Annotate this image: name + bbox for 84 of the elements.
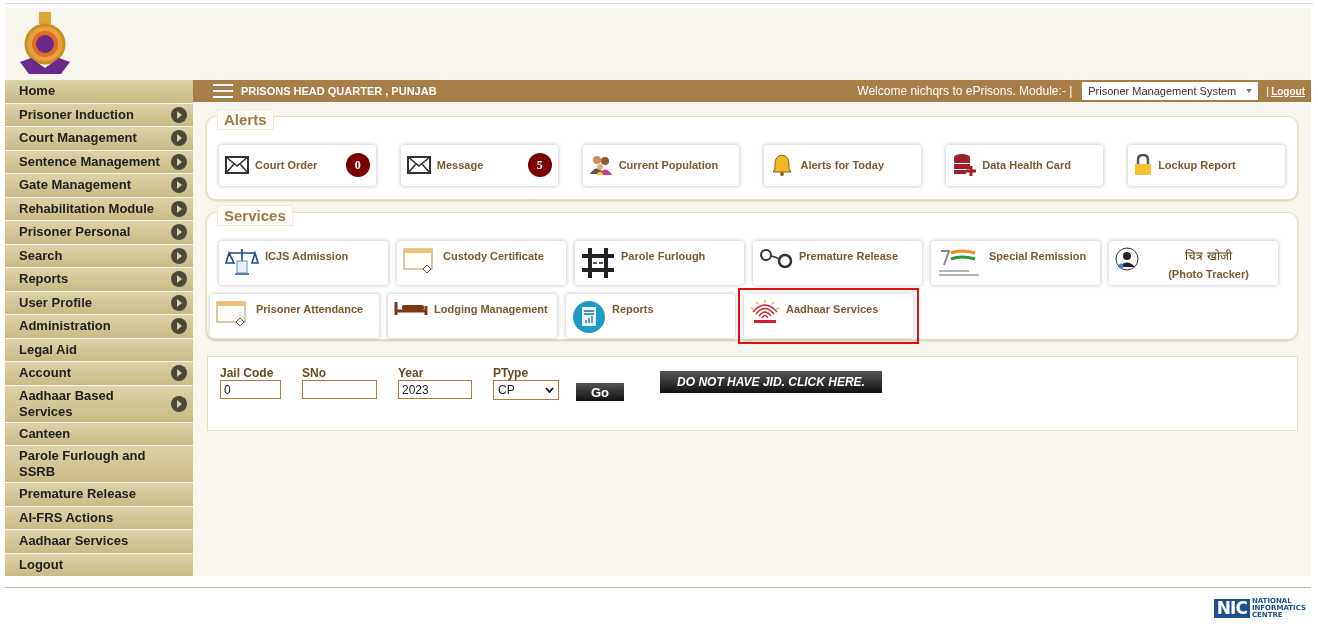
menu-icon[interactable] bbox=[213, 84, 233, 98]
arrow-right-icon bbox=[171, 318, 187, 335]
sidebar-menu-item[interactable]: Legal Aid bbox=[5, 338, 193, 361]
ptype-select[interactable]: CP bbox=[493, 380, 559, 400]
sidebar-menu-item[interactable]: Home bbox=[5, 80, 193, 103]
sidebar-menu-item[interactable]: Sentence Management bbox=[5, 150, 193, 173]
emblem-logo bbox=[17, 12, 73, 76]
scales-icon bbox=[225, 247, 259, 277]
bed-icon bbox=[394, 300, 428, 316]
arrow-right-icon bbox=[171, 395, 187, 412]
office-title: PRISONS HEAD QUARTER , PUNJAB bbox=[241, 85, 438, 97]
arrow-right-icon bbox=[171, 294, 187, 311]
arrow-right-icon bbox=[171, 224, 187, 241]
service-tile[interactable]: चित्र खोजी (Photo Tracker) bbox=[1109, 241, 1278, 285]
arrow-right-icon bbox=[171, 130, 187, 147]
service-tile[interactable]: Lodging Management bbox=[388, 294, 557, 338]
fingerprint-logo-icon bbox=[750, 300, 780, 324]
count-badge: 5 bbox=[527, 153, 552, 177]
sidebar-menu-item[interactable]: Court Management bbox=[5, 127, 193, 150]
sidebar-menu-item[interactable]: Reports bbox=[5, 268, 193, 291]
avatar-icon bbox=[1115, 247, 1139, 271]
sidebar-menu-item[interactable]: Account bbox=[5, 362, 193, 385]
service-tile[interactable]: Aadhaar Services bbox=[744, 294, 913, 338]
people-icon bbox=[588, 154, 613, 176]
input-field[interactable]: 0 bbox=[220, 380, 281, 399]
arrow-right-icon bbox=[171, 247, 187, 264]
field-label: PType bbox=[493, 367, 530, 380]
alert-tile[interactable]: Lockup Report bbox=[1128, 144, 1285, 186]
service-tile[interactable]: ICJS Admission bbox=[219, 241, 388, 285]
sidebar-menu-item[interactable]: Search bbox=[5, 244, 193, 267]
alert-tile[interactable]: Court Order 0 bbox=[219, 144, 376, 186]
service-tile[interactable]: Prisoner Attendance bbox=[210, 294, 379, 338]
go-button[interactable]: Go bbox=[576, 383, 624, 401]
alert-tile[interactable]: Current Population bbox=[582, 144, 740, 186]
alert-tile[interactable]: Data Health Card bbox=[946, 144, 1104, 186]
input-field[interactable]: 2023 bbox=[398, 380, 472, 399]
sidebar-menu-item[interactable]: AI-FRS Actions bbox=[5, 506, 193, 529]
sidebar-menu-item[interactable]: Gate Management bbox=[5, 174, 193, 197]
envelope-icon bbox=[225, 156, 249, 174]
arrow-right-icon bbox=[171, 106, 187, 123]
database-plus-icon bbox=[952, 153, 977, 177]
report-icon bbox=[572, 300, 606, 334]
service-tile[interactable]: Premature Release bbox=[753, 241, 922, 285]
panel-title: Services bbox=[217, 205, 293, 226]
sidebar-menu-item[interactable]: Aadhaar Services bbox=[5, 530, 193, 553]
sidebar-menu-item[interactable]: Prisoner Personal bbox=[5, 221, 193, 244]
input-field[interactable] bbox=[302, 380, 377, 399]
arrow-right-icon bbox=[171, 200, 187, 217]
arrow-right-icon bbox=[171, 271, 187, 288]
no-jid-button[interactable]: DO NOT HAVE JID. CLICK HERE. bbox=[660, 371, 882, 393]
arrow-right-icon bbox=[171, 177, 187, 194]
field-label: SNo bbox=[302, 367, 327, 380]
sidebar-menu-item[interactable]: Canteen bbox=[5, 422, 193, 445]
sidebar-menu-item[interactable]: Administration bbox=[5, 315, 193, 338]
sidebar-menu-item[interactable]: Logout bbox=[5, 553, 193, 576]
envelope-icon bbox=[406, 156, 431, 174]
sidebar-menu-item[interactable]: Aadhaar Based Services bbox=[5, 385, 193, 422]
sidebar-menu-item[interactable]: User Profile bbox=[5, 291, 193, 314]
service-tile[interactable]: Custody Certificate bbox=[397, 241, 566, 285]
service-tile[interactable]: Parole Furlough bbox=[575, 241, 744, 285]
alert-tile[interactable]: Alerts for Today bbox=[764, 144, 922, 186]
field-label: Jail Code bbox=[220, 367, 275, 380]
count-badge: 0 bbox=[345, 153, 370, 177]
sidebar-menu-item[interactable]: Premature Release bbox=[5, 483, 193, 506]
nic-logo-mark: NIC bbox=[1213, 599, 1250, 618]
dropdown-caret-icon bbox=[545, 387, 554, 393]
dropdown-caret-icon bbox=[1246, 89, 1253, 93]
logout-link[interactable]: Logout bbox=[1271, 85, 1305, 97]
sidebar-menu-item[interactable]: Rehabilitation Module bbox=[5, 197, 193, 220]
prison-bars-icon bbox=[581, 247, 615, 279]
service-tile[interactable]: Reports bbox=[566, 294, 735, 338]
module-select[interactable]: Prisoner Management System bbox=[1082, 82, 1259, 100]
arrow-right-icon bbox=[171, 365, 187, 382]
panel-title: Alerts bbox=[217, 109, 274, 130]
service-tile[interactable]: Special Remission bbox=[931, 241, 1100, 285]
arrow-right-icon bbox=[171, 153, 187, 170]
alert-tile[interactable]: Message 5 bbox=[400, 144, 558, 186]
field-label: Year bbox=[398, 367, 425, 380]
separator-text: | bbox=[1266, 85, 1270, 97]
lock-icon bbox=[1134, 154, 1153, 176]
bell-icon bbox=[770, 153, 795, 177]
sidebar-menu-item[interactable]: Prisoner Induction bbox=[5, 103, 193, 126]
sidebar-menu-item[interactable]: Parole Furlough and SSRB bbox=[5, 446, 193, 482]
welcome-text: Welcome nichqrs to ePrisons. Module:- | bbox=[857, 84, 1073, 98]
